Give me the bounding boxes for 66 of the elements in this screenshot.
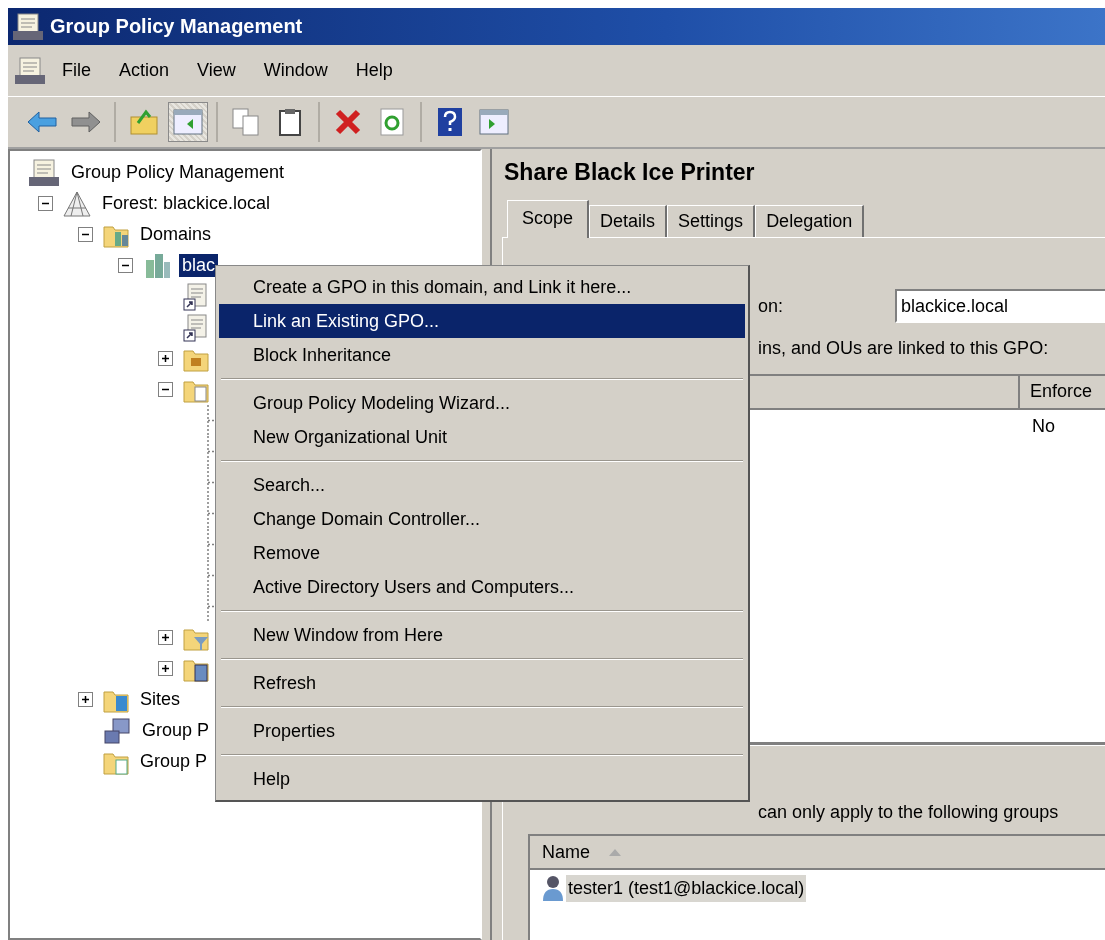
menu-item[interactable]: Remove	[219, 536, 745, 570]
menu-item[interactable]: Change Domain Controller...	[219, 502, 745, 536]
delete-icon	[334, 108, 362, 136]
tree-item[interactable]: Group P	[137, 750, 211, 773]
expand-toggle-icon[interactable]	[157, 661, 173, 676]
panel-icon	[173, 109, 203, 135]
menu-item[interactable]: Search...	[219, 468, 745, 502]
tab[interactable]: Scope	[507, 200, 590, 238]
window-title: Group Policy Management	[50, 15, 303, 38]
column-header[interactable]: Name	[542, 841, 590, 863]
field-label: on:	[758, 295, 785, 317]
clipboard-icon	[278, 108, 302, 136]
expand-toggle-icon[interactable]	[37, 196, 53, 211]
forward-arrow-icon	[71, 111, 101, 133]
copy-icon	[232, 108, 260, 136]
menu-item[interactable]: Group Policy Modeling Wizard...	[219, 386, 745, 420]
tree-item[interactable]: Domains	[137, 223, 215, 246]
user-icon	[542, 874, 564, 902]
menu-item[interactable]: Refresh	[219, 666, 745, 700]
menu-item[interactable]: Window	[251, 56, 340, 85]
console-icon	[12, 12, 44, 41]
menu-item[interactable]: Action	[107, 56, 182, 85]
menu-item[interactable]: Properties	[219, 714, 745, 748]
console-icon	[14, 56, 46, 85]
list-item[interactable]: tester1 (test1@blackice.local)	[566, 874, 807, 902]
menu-item[interactable]: New Organizational Unit	[219, 420, 745, 454]
triangle-icon	[63, 189, 91, 218]
back-arrow-icon	[27, 111, 57, 133]
console-icon	[28, 158, 60, 187]
menu-item[interactable]: Help	[219, 762, 745, 796]
domain-icon	[143, 251, 171, 280]
tree-item[interactable]: Group Policy Management	[68, 161, 288, 184]
tree-item[interactable]: blac	[179, 254, 219, 277]
panel-icon	[479, 109, 509, 135]
gpo-title: Share Black Ice Printer	[503, 159, 756, 187]
table-cell-text: No	[1031, 415, 1055, 437]
tab[interactable]: Settings	[667, 205, 756, 237]
menu-item[interactable]: Link an Existing GPO...	[219, 304, 745, 338]
expand-toggle-icon[interactable]	[157, 351, 173, 366]
tab[interactable]: Details	[589, 205, 668, 237]
tree-item[interactable]: Forest: blackice.local	[99, 192, 274, 215]
filter-caption: can only apply to the following groups	[757, 800, 1060, 824]
menu-item[interactable]: Active Directory Users and Computers...	[219, 570, 745, 604]
menu-item[interactable]: Help	[343, 56, 405, 85]
expand-toggle-icon[interactable]	[157, 630, 173, 645]
menu-item[interactable]: Block Inheritance	[219, 338, 745, 372]
tab[interactable]: Delegation	[755, 205, 865, 237]
refresh-icon	[380, 108, 404, 136]
column-header[interactable]: Enforce	[1020, 376, 1103, 408]
network-icon	[103, 716, 131, 745]
expand-toggle-icon[interactable]	[157, 382, 173, 397]
tree-item[interactable]: Group P	[139, 719, 213, 742]
expand-toggle-icon[interactable]	[117, 258, 133, 273]
expand-toggle-icon[interactable]	[77, 692, 93, 707]
folder-icon	[130, 109, 158, 135]
menu-item[interactable]: File	[50, 56, 103, 85]
links-caption: ins, and OUs are linked to this GPO:	[757, 336, 1050, 360]
help-icon	[437, 107, 463, 137]
location-field[interactable]: blackice.local	[895, 289, 1105, 323]
document-icon	[183, 313, 207, 342]
menu-item[interactable]: Create a GPO in this domain, and Link it here...	[219, 270, 745, 304]
menu-item[interactable]: New Window from Here	[219, 618, 745, 652]
document-icon	[183, 282, 207, 311]
tree-item[interactable]: Sites	[137, 688, 184, 711]
expand-toggle-icon[interactable]	[77, 227, 93, 242]
menu-item[interactable]: View	[185, 56, 248, 85]
